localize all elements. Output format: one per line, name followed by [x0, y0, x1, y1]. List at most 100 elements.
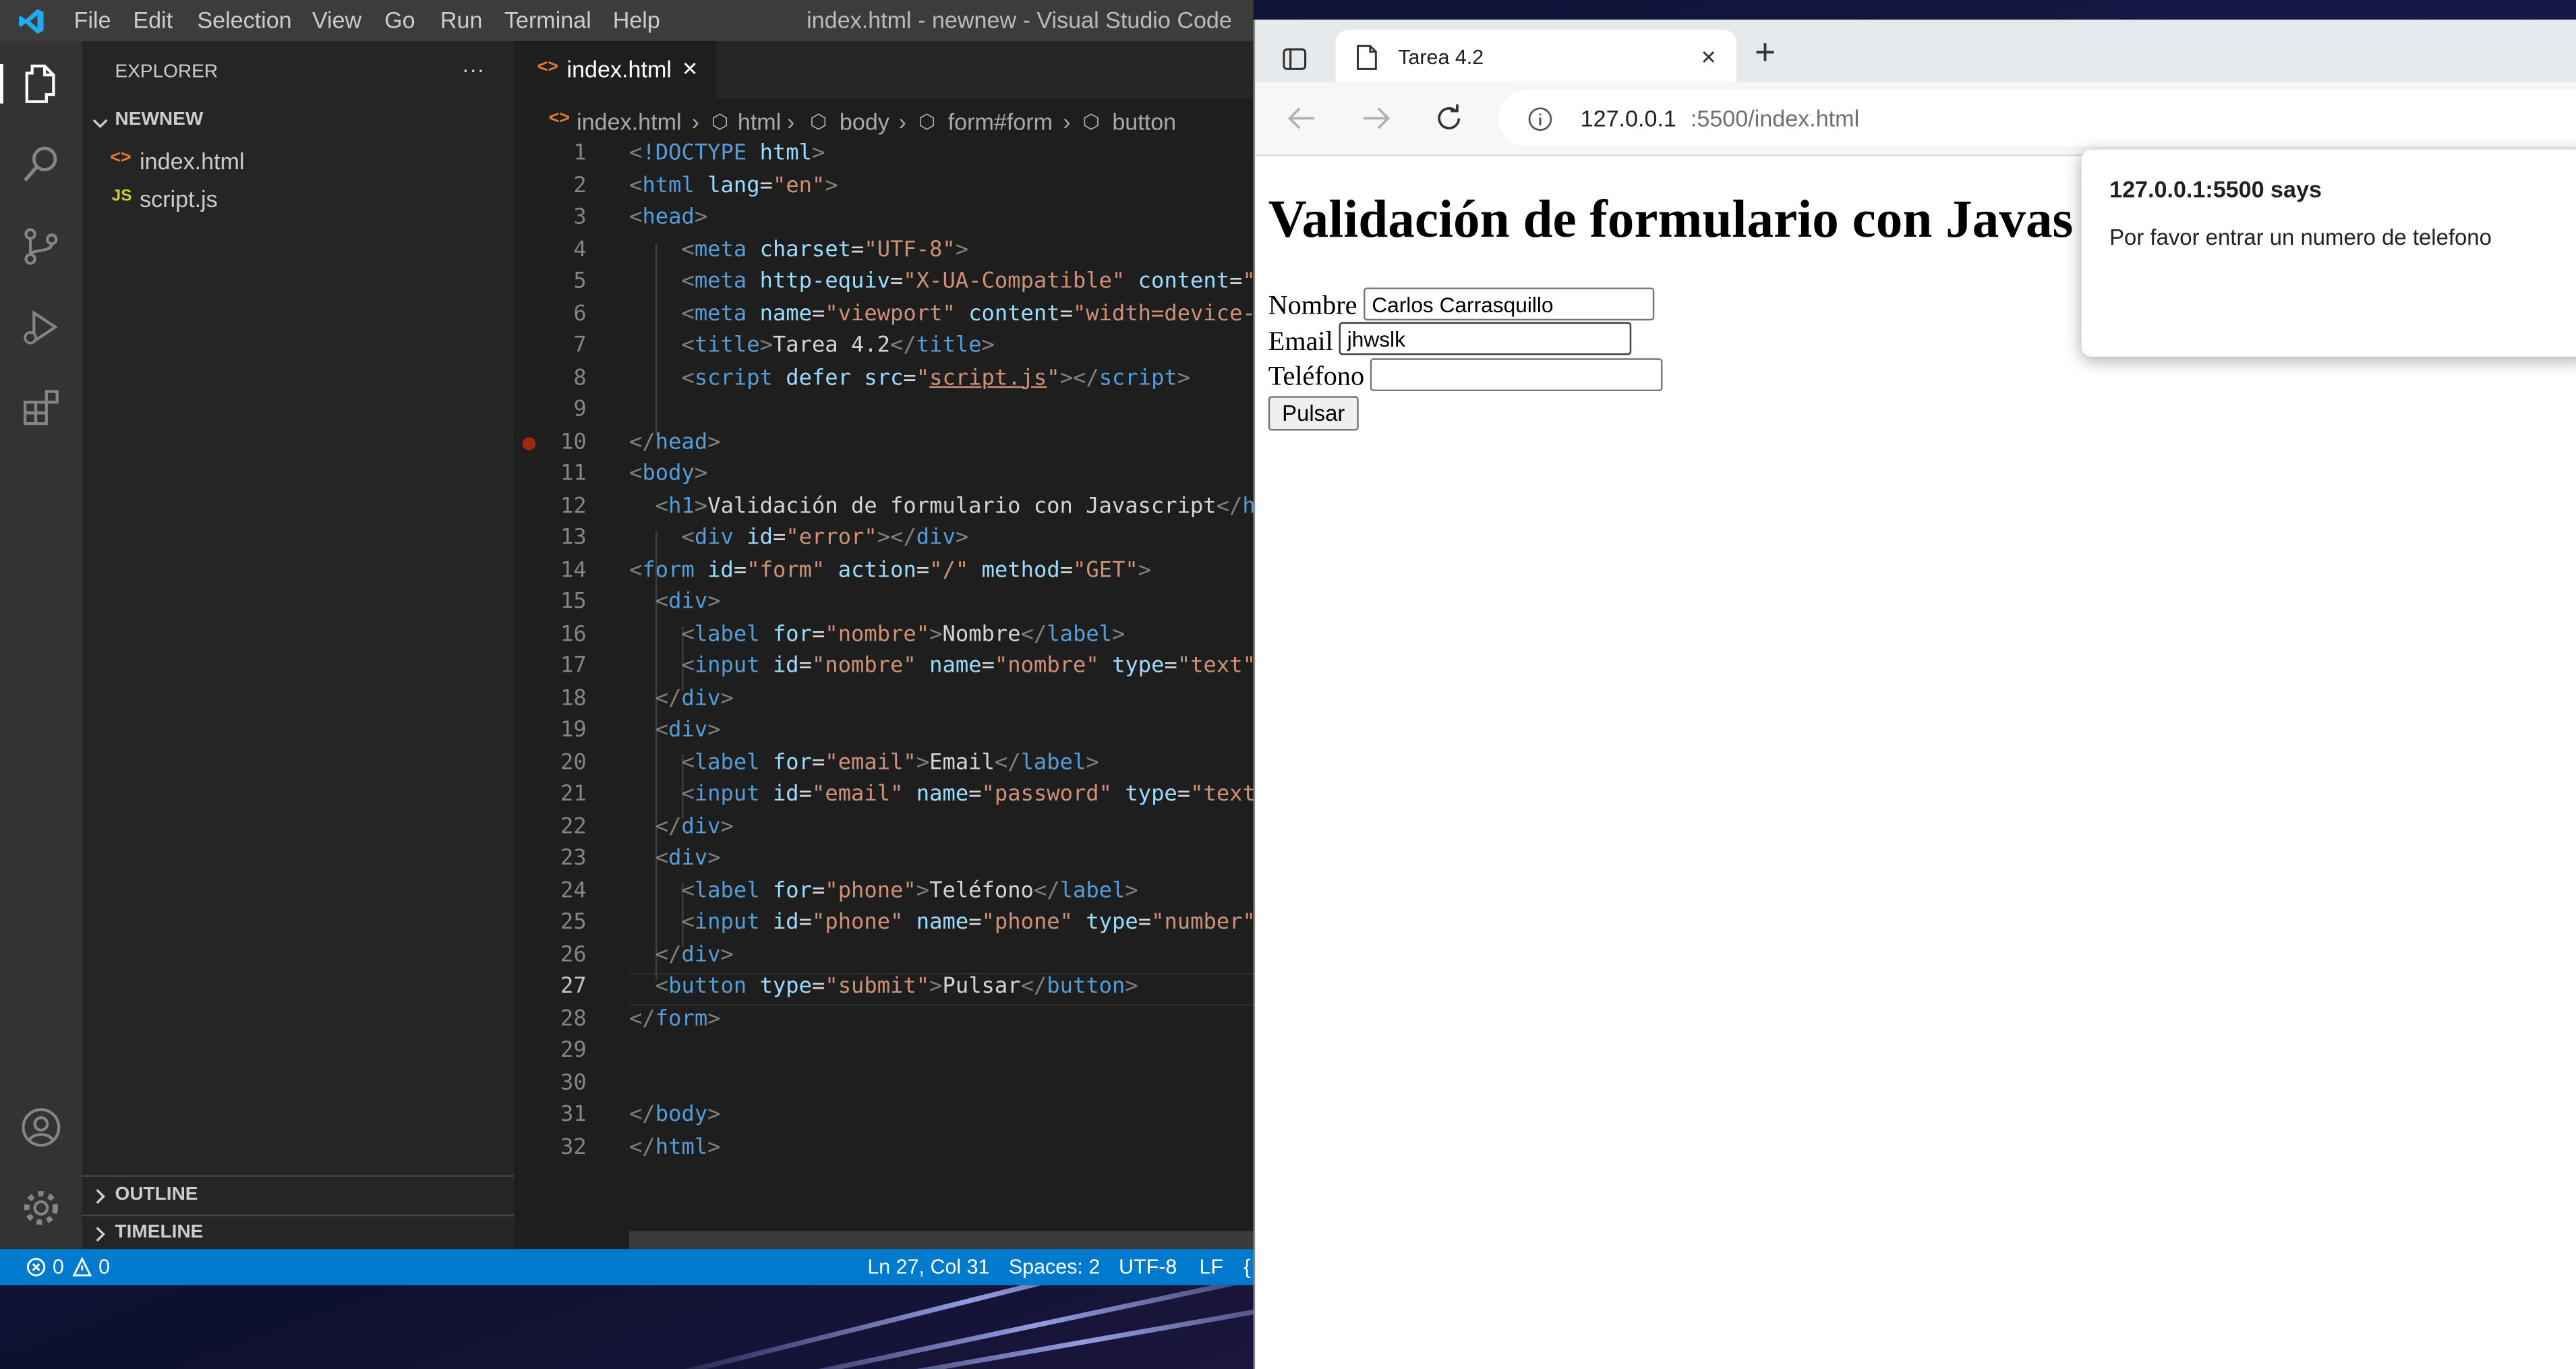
menu-help[interactable]: Help — [613, 7, 660, 33]
browser-tab-strip: Tarea 4.2 ✕ + — [1255, 20, 2576, 82]
reload-icon[interactable] — [1434, 104, 1464, 134]
nombre-input[interactable] — [1364, 287, 1655, 321]
source-control-icon[interactable] — [20, 225, 62, 268]
tab-index-html[interactable]: <> index.html ✕ — [514, 40, 717, 99]
tab-actions-icon[interactable] — [1281, 46, 1308, 72]
timeline-section[interactable]: TIMELINE — [115, 1223, 204, 1242]
settings-gear-icon[interactable] — [20, 1186, 62, 1229]
new-tab-icon[interactable]: + — [1755, 31, 1776, 74]
line-number: 11 — [560, 461, 587, 487]
close-icon[interactable]: ✕ — [682, 57, 699, 80]
cursor-position[interactable]: Ln 27, Col 31 — [867, 1256, 989, 1279]
phone-input[interactable] — [1370, 358, 1663, 391]
back-arrow-icon[interactable] — [1287, 105, 1316, 132]
warning-icon — [72, 1257, 92, 1277]
line-number: 5 — [573, 269, 587, 295]
breadcrumb-item[interactable]: index.html — [577, 109, 681, 135]
line-number: 26 — [560, 942, 587, 968]
menu-terminal[interactable]: Terminal — [504, 7, 591, 33]
menu-view[interactable]: View — [312, 7, 361, 33]
line-number: 12 — [560, 494, 587, 519]
extensions-icon[interactable] — [20, 386, 62, 429]
line-number: 29 — [560, 1039, 587, 1064]
menu-file[interactable]: File — [74, 7, 111, 33]
file-label: script.js — [140, 185, 218, 212]
code-line: </div> — [655, 686, 734, 711]
chevron-right-icon[interactable] — [92, 1188, 108, 1204]
explorer-icon[interactable] — [20, 63, 62, 105]
browser-tab-active[interactable]: Tarea 4.2 ✕ — [1335, 29, 1737, 82]
code-line: <h1>Validación de formulario con Javascr… — [655, 494, 1254, 519]
line-number: 13 — [560, 525, 587, 551]
url-host: 127.0.0.1 — [1580, 105, 1676, 132]
file-item-index-html[interactable]: <> index.html — [82, 143, 515, 179]
code-line: <meta name="viewport" content="width=dev… — [681, 301, 1254, 326]
line-number: 30 — [560, 1070, 587, 1096]
forward-arrow-icon[interactable] — [1362, 105, 1392, 132]
line-number: 7 — [573, 333, 587, 359]
breadcrumb-item[interactable]: html — [738, 109, 781, 135]
more-actions-icon[interactable]: ··· — [462, 56, 485, 82]
language-mode[interactable]: { — [1243, 1256, 1250, 1279]
warning-count: 0 — [98, 1255, 111, 1279]
horizontal-scrollbar[interactable] — [629, 1231, 1254, 1250]
breadcrumb-item[interactable]: body — [840, 109, 889, 135]
code-line: <div> — [655, 718, 721, 743]
active-indicator — [0, 64, 3, 104]
file-item-script-js[interactable]: JS script.js — [82, 181, 515, 217]
menu-run[interactable]: Run — [440, 7, 483, 33]
line-number: 25 — [560, 910, 587, 935]
end-of-line[interactable]: LF — [1199, 1256, 1223, 1279]
line-number: 23 — [560, 846, 587, 871]
code-line: <meta charset="UTF-8"> — [681, 237, 969, 262]
menu-selection[interactable]: Selection — [197, 7, 291, 33]
email-input[interactable] — [1339, 322, 1632, 355]
menu-edit[interactable]: Edit — [133, 7, 173, 33]
chevron-right-icon[interactable] — [92, 1226, 108, 1242]
line-number: 16 — [560, 622, 587, 647]
code-editor[interactable]: 1 2 3 4 5 6 7 8 9 10 11 12 13 14 15 16 17 18 19 20 21 22 23 24 2… — [515, 142, 1254, 1194]
line-number: 1 — [573, 141, 587, 167]
alert-dialog: 127.0.0.1:5500 says Por favor entrar un … — [2081, 149, 2576, 357]
indentation[interactable]: Spaces: 2 — [1009, 1256, 1100, 1279]
code-line: <label for="phone">Teléfono</label> — [681, 878, 1138, 904]
code-line: </div> — [655, 814, 734, 840]
element-symbol-icon: ⬡ — [810, 110, 827, 134]
code-line: <meta http-equiv="X-UA-Compatible" conte… — [681, 269, 1253, 295]
encoding[interactable]: UTF-8 — [1119, 1256, 1177, 1279]
html-file-icon: <> — [537, 57, 558, 78]
explorer-header: EXPLORER — [115, 62, 218, 82]
menu-go[interactable]: Go — [384, 7, 415, 33]
element-symbol-icon: ⬡ — [918, 110, 936, 134]
editor-tabs: <> index.html ✕ — [514, 40, 1254, 99]
breadcrumb-separator: › — [898, 108, 906, 135]
address-bar[interactable]: 127.0.0.1 :5500/index.html — [1498, 90, 2576, 146]
line-number: 21 — [560, 782, 587, 807]
site-info-icon[interactable] — [1528, 107, 1553, 132]
line-number: 22 — [560, 814, 587, 840]
browser-toolbar: 127.0.0.1 :5500/index.html — [1255, 82, 2576, 156]
browser-tab-title: Tarea 4.2 — [1398, 46, 1484, 69]
accounts-icon[interactable] — [20, 1106, 62, 1148]
breadcrumb-item[interactable]: button — [1112, 109, 1176, 135]
pulsar-submit-button[interactable]: Pulsar — [1268, 396, 1359, 431]
breadcrumb-separator: › — [1063, 108, 1071, 135]
chevron-down-icon[interactable] — [92, 115, 108, 132]
line-number: 6 — [573, 301, 587, 326]
close-icon[interactable]: ✕ — [1700, 46, 1717, 69]
code-line: <title>Tarea 4.2</title> — [681, 333, 995, 359]
search-icon[interactable] — [20, 143, 62, 185]
breadcrumb-item[interactable]: form#form — [948, 109, 1053, 135]
code-line: <div id="error"></div> — [681, 525, 969, 551]
outline-section[interactable]: OUTLINE — [115, 1185, 198, 1204]
code-line: <label for="email">Email</label> — [681, 750, 1099, 776]
line-number: 28 — [560, 1006, 587, 1032]
code-line: <!DOCTYPE html> — [629, 141, 825, 167]
phone-label: Teléfono — [1268, 359, 1365, 391]
code-line: </form> — [629, 1006, 721, 1032]
run-debug-icon[interactable] — [20, 305, 62, 348]
line-number: 20 — [560, 750, 587, 776]
folder-newnew[interactable]: NEWNEW — [115, 110, 204, 129]
line-number: 19 — [560, 718, 587, 743]
line-number: 8 — [573, 366, 587, 390]
